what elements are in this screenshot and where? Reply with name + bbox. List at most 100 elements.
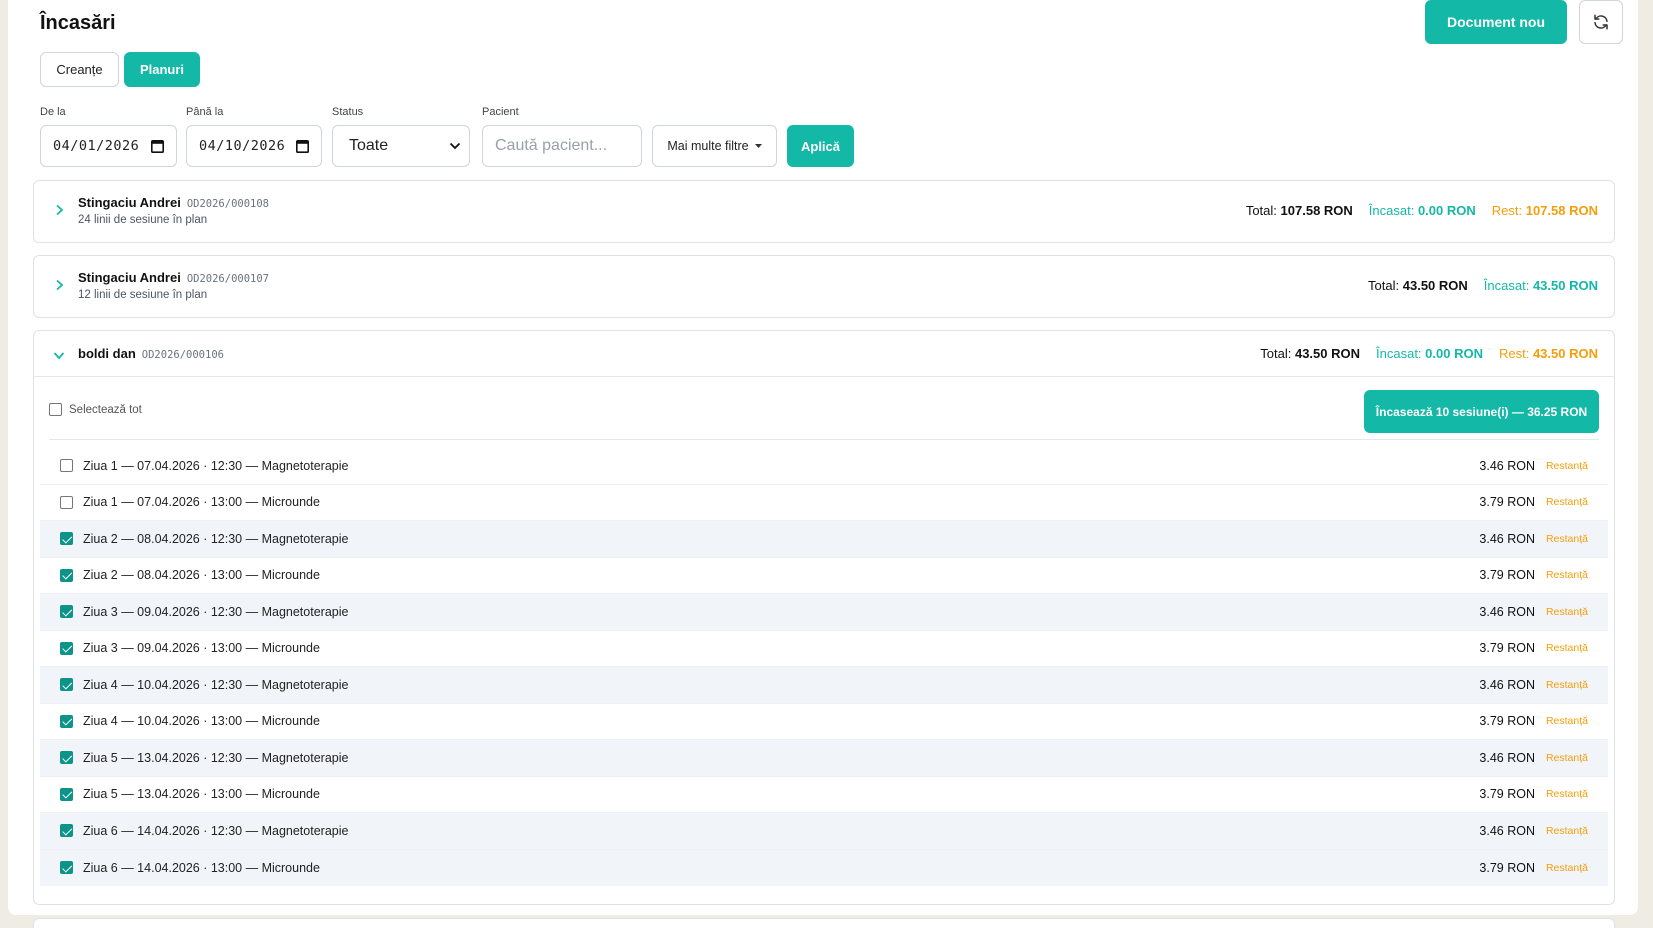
session-status: Restanță (1545, 788, 1588, 801)
rest-amount: Rest: 107.58 RON (1492, 203, 1598, 218)
selection-bar: Selectează tot Încasează 10 sesiune(i) —… (49, 377, 1599, 440)
patient-search-placeholder: Caută pacient... (495, 137, 608, 154)
session-description: Ziua 1 — 07.04.2026 · 12:30 — Magnetoter… (83, 458, 349, 473)
session-amount: 3.46 RON (1479, 823, 1535, 838)
session-row[interactable]: Ziua 4 — 10.04.2026 · 12:30 — Magnetoter… (40, 667, 1608, 704)
session-row[interactable]: Ziua 2 — 08.04.2026 · 13:00 — Microunde 3… (40, 558, 1608, 594)
session-checkbox[interactable] (60, 568, 73, 582)
to-date-label: Până la (186, 106, 224, 118)
session-status: Restanță (1545, 824, 1588, 837)
patient-name-text: Stingaciu Andrei (78, 270, 181, 285)
paid-label: Încasat: (1483, 278, 1530, 293)
session-amount: 3.79 RON (1479, 714, 1535, 729)
rest-label: Rest: (1498, 346, 1530, 361)
total-value: 43.50 RON (1402, 278, 1468, 293)
total-label: Total: (1368, 278, 1400, 293)
session-amount: 3.46 RON (1479, 750, 1535, 765)
paid-amount: Încasat: 43.50 RON (1484, 278, 1598, 293)
session-amount: 3.79 RON (1479, 568, 1535, 583)
collect-sessions-button[interactable]: Încasează 10 sesiune(i) — 36.25 RON (1364, 390, 1599, 433)
caret-down-icon (754, 144, 762, 148)
session-checkbox[interactable] (60, 787, 73, 801)
session-row[interactable]: Ziua 6 — 14.04.2026 · 12:30 — Magnetoter… (40, 813, 1608, 850)
rest-label: Rest: (1491, 203, 1523, 218)
session-row[interactable]: Ziua 5 — 13.04.2026 · 13:00 — Microunde 3… (40, 777, 1608, 813)
patient-name-text: Stingaciu Andrei (78, 195, 181, 210)
session-checkbox[interactable] (60, 605, 73, 619)
page-title: Încasări (40, 12, 116, 34)
session-amount: 3.46 RON (1479, 531, 1535, 546)
session-row[interactable]: Ziua 4 — 10.04.2026 · 13:00 — Microunde 3… (40, 704, 1608, 740)
session-description: Ziua 4 — 10.04.2026 · 12:30 — Magnetoter… (83, 677, 349, 692)
plan-header[interactable]: boldi dan OD2026/000106 Total: 43.50 RON … (34, 331, 1614, 377)
session-checkbox[interactable] (60, 532, 73, 546)
session-row[interactable]: Ziua 3 — 09.04.2026 · 13:00 — Microunde 3… (40, 631, 1608, 667)
session-row[interactable]: Ziua 1 — 07.04.2026 · 12:30 — Magnetoter… (40, 448, 1608, 485)
session-row[interactable]: Ziua 5 — 13.04.2026 · 12:30 — Magnetoter… (40, 740, 1608, 777)
session-description: Ziua 5 — 13.04.2026 · 12:30 — Magnetoter… (83, 750, 349, 765)
session-checkbox[interactable] (60, 861, 73, 875)
chevron-right-icon[interactable] (52, 203, 66, 217)
patient-name: boldi dan OD2026/000106 (78, 346, 224, 361)
tab-planuri[interactable]: Planuri (124, 52, 200, 87)
session-amount: 3.79 RON (1479, 495, 1535, 510)
total-amount: Total: 43.50 RON (1368, 278, 1468, 293)
from-date-value: 04/01/2026 (53, 138, 140, 154)
patient-label: Pacient (482, 106, 519, 118)
plan-card[interactable] (33, 918, 1615, 928)
patient-name-text: boldi dan (78, 346, 136, 361)
paid-label: Încasat: (1376, 346, 1422, 361)
apply-button[interactable]: Aplică (787, 125, 854, 167)
new-document-button[interactable]: Document nou (1425, 0, 1567, 44)
paid-value: 43.50 RON (1532, 278, 1598, 293)
patient-search-input[interactable]: Caută pacient... (482, 125, 642, 167)
plan-card[interactable]: Stingaciu Andrei OD2026/000107 12 linii d… (33, 255, 1615, 318)
chevron-right-icon[interactable] (52, 278, 66, 292)
from-date-input[interactable]: 04/01/2026 (40, 125, 177, 167)
session-row[interactable]: Ziua 3 — 09.04.2026 · 12:30 — Magnetoter… (40, 594, 1608, 631)
session-amount: 3.46 RON (1479, 458, 1535, 473)
plan-header[interactable]: Stingaciu Andrei OD2026/000107 12 linii d… (34, 256, 1614, 316)
session-checkbox[interactable] (60, 824, 73, 838)
select-all-box[interactable] (49, 403, 62, 416)
session-amount: 3.79 RON (1479, 860, 1535, 875)
refresh-button[interactable] (1579, 0, 1623, 44)
patient-name: Stingaciu Andrei OD2026/000108 (78, 195, 269, 210)
session-status: Restanță (1545, 459, 1588, 472)
plan-subtitle: 24 linii de sesiune în plan (78, 214, 208, 226)
to-date-input[interactable]: 04/10/2026 (186, 125, 322, 167)
rest-value: 107.58 RON (1525, 203, 1598, 218)
session-checkbox[interactable] (60, 641, 73, 655)
select-all-checkbox[interactable]: Selectează tot (49, 403, 142, 416)
session-amount: 3.79 RON (1479, 787, 1535, 802)
session-checkbox[interactable] (60, 678, 73, 692)
session-row[interactable]: Ziua 2 — 08.04.2026 · 12:30 — Magnetoter… (40, 521, 1608, 558)
plan-code: OD2026/000106 (141, 349, 224, 361)
select-all-label: Selectează tot (69, 403, 142, 416)
plan-card[interactable]: Stingaciu Andrei OD2026/000108 24 linii d… (33, 180, 1615, 243)
session-amount: 3.46 RON (1479, 604, 1535, 619)
more-filters-button[interactable]: Mai multe filtre (652, 125, 777, 167)
session-status: Restanță (1545, 678, 1588, 691)
paid-amount: Încasat: 0.00 RON (1376, 346, 1483, 361)
paid-value: 0.00 RON (1417, 203, 1476, 218)
session-checkbox[interactable] (60, 714, 73, 728)
paid-value: 0.00 RON (1425, 346, 1483, 361)
session-row[interactable]: Ziua 6 — 14.04.2026 · 13:00 — Microunde 3… (40, 849, 1608, 886)
session-status: Restanță (1545, 532, 1588, 545)
chevron-down-icon[interactable] (52, 348, 66, 362)
session-description: Ziua 4 — 10.04.2026 · 13:00 — Microunde (83, 714, 320, 729)
session-checkbox[interactable] (60, 459, 73, 473)
status-select[interactable]: Toate (332, 125, 470, 167)
session-checkbox[interactable] (60, 751, 73, 765)
plan-code: OD2026/000107 (186, 273, 269, 285)
session-row[interactable]: Ziua 1 — 07.04.2026 · 13:00 — Microunde 3… (40, 485, 1608, 521)
session-list: Ziua 1 — 07.04.2026 · 12:30 — Magnetoter… (34, 440, 1614, 886)
session-checkbox[interactable] (60, 495, 73, 509)
tab-creante[interactable]: Creanțe (40, 52, 119, 87)
chevron-down-icon (449, 142, 461, 150)
plan-header[interactable]: Stingaciu Andrei OD2026/000108 24 linii d… (34, 181, 1614, 241)
session-description: Ziua 1 — 07.04.2026 · 13:00 — Microunde (83, 495, 320, 510)
session-amount: 3.79 RON (1479, 641, 1535, 656)
session-status: Restanță (1545, 751, 1588, 764)
